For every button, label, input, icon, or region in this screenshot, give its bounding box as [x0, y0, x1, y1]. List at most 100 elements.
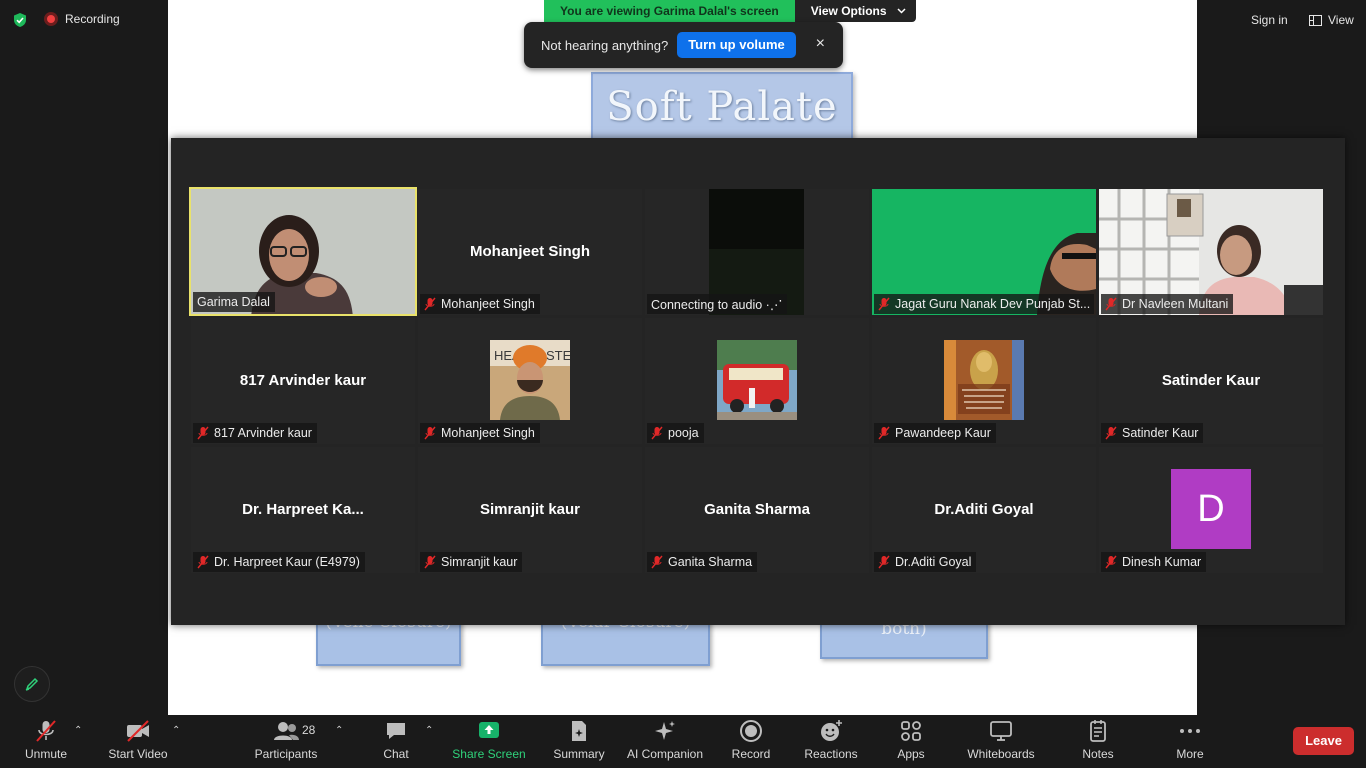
sign-in-button[interactable]: Sign in	[1243, 9, 1296, 31]
summary-label: Summary	[553, 747, 605, 761]
video-tile-aditi-goyal[interactable]: Dr.Aditi Goyal Dr.Aditi Goyal	[872, 447, 1096, 573]
mic-muted-icon	[651, 426, 663, 440]
video-tile-jagat-guru-nanak[interactable]: Jagat Guru Nanak Dev Punjab St...	[872, 189, 1096, 315]
participant-center-name: Satinder Kaur	[1161, 372, 1261, 389]
mic-muted-icon	[36, 720, 56, 742]
view-options-button[interactable]: View Options	[794, 0, 916, 22]
participant-name: 817 Arvinder kaur	[214, 426, 312, 440]
video-tile-ganita-sharma[interactable]: Ganita Sharma Ganita Sharma	[645, 447, 869, 573]
start-video-label: Start Video	[108, 747, 168, 761]
video-tile-pawandeep-kaur[interactable]: Pawandeep Kaur	[872, 318, 1096, 444]
ai-companion-button[interactable]: AI Companion	[622, 715, 708, 768]
annotate-pen-button[interactable]	[14, 666, 50, 702]
participant-name-tag: Ganita Sharma	[647, 552, 758, 572]
share-screen-button[interactable]: Share Screen	[452, 715, 526, 768]
viewing-screen-text: You are viewing Garima Dalal's screen	[544, 0, 795, 22]
participant-center-name: Mohanjeet Singh	[470, 243, 590, 260]
chat-label: Chat	[383, 747, 409, 761]
video-tile-satinder-kaur[interactable]: Satinder Kaur Satinder Kaur	[1099, 318, 1323, 444]
reactions-button[interactable]: Reactions	[802, 715, 860, 768]
mic-muted-icon	[1105, 426, 1117, 440]
participant-name-tag: pooja	[647, 423, 704, 443]
participant-center-name: 817 Arvinder kaur	[239, 372, 367, 389]
unmute-button[interactable]: Unmute	[22, 715, 70, 768]
participant-name-tag: Simranjit kaur	[420, 552, 523, 572]
video-tile-simranjit-kaur[interactable]: Simranjit kaur Simranjit kaur	[418, 447, 642, 573]
summary-document-icon	[572, 721, 586, 741]
participant-name-tag: Pawandeep Kaur	[874, 423, 996, 443]
video-options-chevron-up-icon[interactable]: ⌃	[172, 725, 180, 736]
video-tile-mohanjeet-singh-2[interactable]: HEA STE Mohanjeet Singh	[418, 318, 642, 444]
participant-name-tag: 817 Arvinder kaur	[193, 423, 317, 443]
participant-name: Connecting to audio ·⋰	[651, 297, 783, 312]
audio-options-chevron-up-icon[interactable]: ⌃	[74, 725, 82, 736]
record-label: Record	[731, 747, 771, 761]
view-button[interactable]: View	[1302, 9, 1361, 31]
participant-name: Ganita Sharma	[668, 555, 753, 569]
video-tile-817-arvinder-kaur[interactable]: 817 Arvinder kaur 817 Arvinder kaur	[191, 318, 415, 444]
participant-name: Dinesh Kumar	[1122, 555, 1202, 569]
start-video-button[interactable]: Start Video	[106, 715, 170, 768]
mic-muted-icon	[197, 426, 209, 440]
turn-up-volume-button[interactable]: Turn up volume	[677, 32, 796, 58]
recording-label: Recording	[65, 12, 120, 26]
chat-chevron-up-icon[interactable]: ⌃	[425, 725, 433, 736]
slide-title-box: Soft Palate	[591, 72, 853, 142]
video-tile-connecting[interactable]: Connecting to audio ·⋰	[645, 189, 869, 315]
video-tile-garima-dalal[interactable]: Garima Dalal	[189, 187, 417, 316]
mic-muted-icon	[1105, 555, 1117, 569]
video-tile-dinesh-kumar[interactable]: D Dinesh Kumar	[1099, 447, 1323, 573]
avatar-initial: D	[1171, 469, 1251, 549]
reactions-smiley-icon	[821, 720, 842, 741]
mic-muted-icon	[424, 426, 436, 440]
unmute-label: Unmute	[24, 747, 68, 761]
summary-button[interactable]: Summary	[550, 715, 608, 768]
record-button[interactable]: Record	[728, 715, 774, 768]
security-shield-icon[interactable]	[12, 12, 28, 28]
participant-name: pooja	[668, 426, 699, 440]
participant-center-name: Simranjit kaur	[479, 501, 581, 518]
mic-muted-icon	[878, 426, 890, 440]
view-label: View	[1328, 13, 1354, 27]
participant-center-name: Dr. Harpreet Ka...	[242, 501, 364, 518]
profile-photo-turban-man: HEA STE	[490, 340, 570, 420]
participant-name-tag: Connecting to audio ·⋰	[647, 294, 788, 314]
svg-text:STE: STE	[546, 348, 570, 363]
video-tile-pooja[interactable]: pooja	[645, 318, 869, 444]
participant-name: Jagat Guru Nanak Dev Punjab St...	[895, 297, 1091, 311]
participants-chevron-up-icon[interactable]: ⌃	[335, 725, 343, 736]
slide-title: Soft Palate	[606, 84, 838, 130]
video-tile-harpreet-kaur[interactable]: Dr. Harpreet Ka... Dr. Harpreet Kaur (E4…	[191, 447, 415, 573]
mic-muted-icon	[424, 555, 436, 569]
more-button[interactable]: More	[1170, 715, 1210, 768]
toast-close-button[interactable]: ×	[816, 36, 825, 52]
participant-name: Mohanjeet Singh	[441, 297, 535, 311]
view-options-label: View Options	[810, 4, 887, 18]
apps-label: Apps	[897, 747, 925, 761]
participant-name-tag: Garima Dalal	[193, 292, 275, 312]
pencil-icon	[25, 677, 39, 691]
notes-icon	[1090, 720, 1106, 742]
notes-label: Notes	[1082, 747, 1114, 761]
mic-muted-icon	[1105, 297, 1117, 311]
share-screen-label: Share Screen	[452, 747, 526, 761]
video-tile-navleen-multani[interactable]: Dr Navleen Multani	[1099, 189, 1323, 315]
more-label: More	[1176, 747, 1204, 761]
leave-button[interactable]: Leave	[1293, 727, 1354, 755]
participants-icon	[274, 722, 299, 740]
participant-name: Simranjit kaur	[441, 555, 518, 569]
participant-name: Pawandeep Kaur	[895, 426, 991, 440]
chat-bubble-icon	[387, 723, 405, 739]
recording-indicator[interactable]: Recording	[44, 12, 120, 26]
profile-photo-buddha-quote	[944, 340, 1024, 420]
participant-name-tag: Mohanjeet Singh	[420, 294, 540, 314]
whiteboards-button[interactable]: Whiteboards	[962, 715, 1040, 768]
mic-muted-icon	[878, 297, 890, 311]
participant-name: Garima Dalal	[197, 295, 270, 309]
video-tile-mohanjeet-singh[interactable]: Mohanjeet Singh Mohanjeet Singh	[418, 189, 642, 315]
apps-button[interactable]: Apps	[890, 715, 932, 768]
chat-button[interactable]: Chat	[376, 715, 416, 768]
notes-button[interactable]: Notes	[1078, 715, 1118, 768]
chevron-down-icon	[897, 8, 906, 14]
more-dots-icon	[1180, 729, 1200, 733]
